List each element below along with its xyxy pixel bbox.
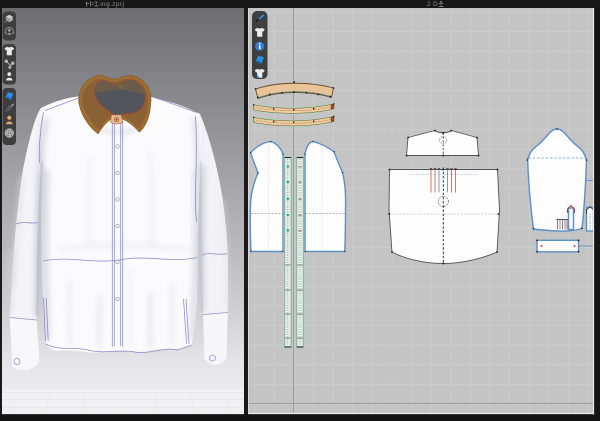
svg-text:.ing.zprj: .ing.zprj bbox=[98, 1, 124, 8]
svg-text:2: 2 bbox=[427, 1, 431, 8]
svg-text:D: D bbox=[433, 1, 438, 8]
